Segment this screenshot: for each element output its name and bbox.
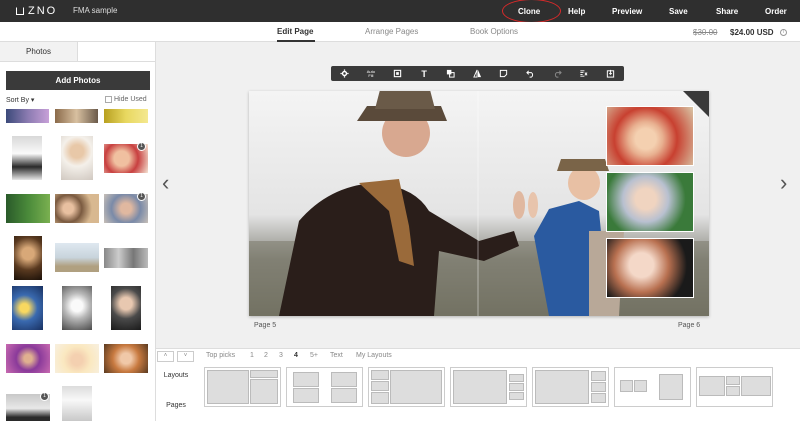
photo-thumbnail[interactable] <box>55 194 99 223</box>
tab-book-options[interactable]: Book Options <box>470 27 518 36</box>
logo-mark-icon <box>16 7 24 15</box>
original-price: $30.00 <box>693 28 718 37</box>
filter-2[interactable]: 2 <box>264 352 268 359</box>
collage-photo-baby[interactable] <box>606 238 694 298</box>
sticker-note-icon[interactable] <box>491 66 518 81</box>
mirror-flip-icon[interactable] <box>464 66 491 81</box>
filter-5-plus[interactable]: 5+ <box>310 352 318 359</box>
filter-3[interactable]: 3 <box>279 352 283 359</box>
photos-panel: Photos Add Photos Sort By ▾ Hide Used 1 … <box>0 42 156 421</box>
filter-1[interactable]: 1 <box>250 352 254 359</box>
next-page-arrow-icon[interactable]: › <box>780 170 787 196</box>
layout-option[interactable] <box>614 367 691 407</box>
auto-fill-button[interactable]: Auto Fill <box>358 66 385 81</box>
left-page-label: Page 5 <box>254 322 277 329</box>
share-button[interactable]: Share <box>716 0 738 22</box>
photo-thumbnail[interactable] <box>111 286 141 330</box>
photo-thumbnail[interactable] <box>6 109 49 123</box>
previous-page-arrow-icon[interactable]: ‹ <box>162 170 169 196</box>
save-button[interactable]: Save <box>669 0 688 22</box>
project-name[interactable]: FMA sample <box>73 6 117 15</box>
used-count-badge: 1 <box>137 142 146 151</box>
page-spread[interactable] <box>249 91 709 316</box>
sort-by-dropdown[interactable]: Sort By ▾ <box>6 96 34 104</box>
layout-option[interactable] <box>286 367 363 407</box>
right-page-label: Page 6 <box>678 322 701 329</box>
help-button[interactable]: Help <box>568 0 585 22</box>
photo-thumbnail[interactable] <box>14 236 42 280</box>
layout-option[interactable] <box>532 367 609 407</box>
photo-thumbnail[interactable] <box>12 136 42 180</box>
arrange-layers-icon[interactable] <box>437 66 464 81</box>
collage-photo-child-laughing[interactable] <box>606 106 694 166</box>
photo-thumbnail[interactable] <box>104 109 148 123</box>
settings-gear-icon[interactable] <box>331 66 358 81</box>
photo-thumbnail[interactable] <box>6 344 50 373</box>
layout-option[interactable] <box>696 367 773 407</box>
clear-page-icon[interactable] <box>570 66 597 81</box>
order-button[interactable]: Order <box>765 0 787 22</box>
filter-top-picks[interactable]: Top picks <box>206 352 235 359</box>
tab-pages[interactable]: Pages <box>156 402 196 409</box>
photo-thumbnail[interactable] <box>104 248 148 268</box>
export-page-icon[interactable] <box>597 66 624 81</box>
add-photo-frame-icon[interactable] <box>384 66 411 81</box>
page-corner-icon <box>683 91 709 117</box>
tab-edit-page[interactable]: Edit Page <box>277 27 313 36</box>
collage-photo-boy-smiling[interactable] <box>606 172 694 232</box>
photo-thumbnail[interactable] <box>61 136 93 180</box>
layout-option[interactable] <box>450 367 527 407</box>
photo-thumbnail[interactable] <box>55 109 98 123</box>
page-toolbar: Auto Fill T <box>331 66 624 81</box>
tab-layouts[interactable]: Layouts <box>156 372 196 379</box>
photo-thumbnail[interactable] <box>55 344 99 373</box>
photo-thumbnail[interactable] <box>62 386 92 421</box>
clone-highlight-circle <box>502 0 561 23</box>
undo-icon[interactable] <box>517 66 544 81</box>
photo-thumbnail[interactable] <box>104 344 148 373</box>
price-info-icon[interactable]: i <box>780 29 787 36</box>
layout-option[interactable] <box>368 367 445 407</box>
filter-4[interactable]: 4 <box>294 352 298 359</box>
tab-empty <box>78 42 155 62</box>
photo-thumbnail[interactable] <box>55 243 99 272</box>
photo-thumbnail[interactable] <box>62 286 92 330</box>
hide-used-checkbox[interactable] <box>105 96 112 103</box>
current-price: $24.00 USD <box>730 28 774 37</box>
editor-tabs-bar: Edit Page Arrange Pages Book Options $30… <box>0 22 800 42</box>
photo-thumbnail[interactable] <box>6 194 50 223</box>
used-count-badge: 1 <box>137 192 146 201</box>
redo-icon[interactable] <box>544 66 571 81</box>
photo-thumbnail[interactable] <box>12 286 43 330</box>
tab-arrange-pages[interactable]: Arrange Pages <box>365 27 418 36</box>
zno-logo[interactable]: ZNO <box>16 5 57 17</box>
auto-fill-label: Auto Fill <box>366 68 375 78</box>
filter-text[interactable]: Text <box>330 352 343 359</box>
text-tool-glyph: T <box>421 68 427 79</box>
tab-photos[interactable]: Photos <box>0 42 78 62</box>
layout-option[interactable] <box>204 367 281 407</box>
layouts-down-arrow-icon[interactable]: ˅ <box>177 351 194 362</box>
filter-my-layouts[interactable]: My Layouts <box>356 352 392 359</box>
used-count-badge: 1 <box>40 392 49 401</box>
hide-used-toggle[interactable]: Hide Used <box>105 96 147 103</box>
logo-text: ZNO <box>28 5 58 17</box>
add-text-icon[interactable]: T <box>411 66 438 81</box>
layouts-up-arrow-icon[interactable]: ˄ <box>157 351 174 362</box>
hide-used-label: Hide Used <box>114 96 147 103</box>
add-photos-button[interactable]: Add Photos <box>6 71 150 90</box>
preview-button[interactable]: Preview <box>612 0 642 22</box>
top-bar: ZNO FMA sample Clone Help Preview Save S… <box>0 0 800 23</box>
